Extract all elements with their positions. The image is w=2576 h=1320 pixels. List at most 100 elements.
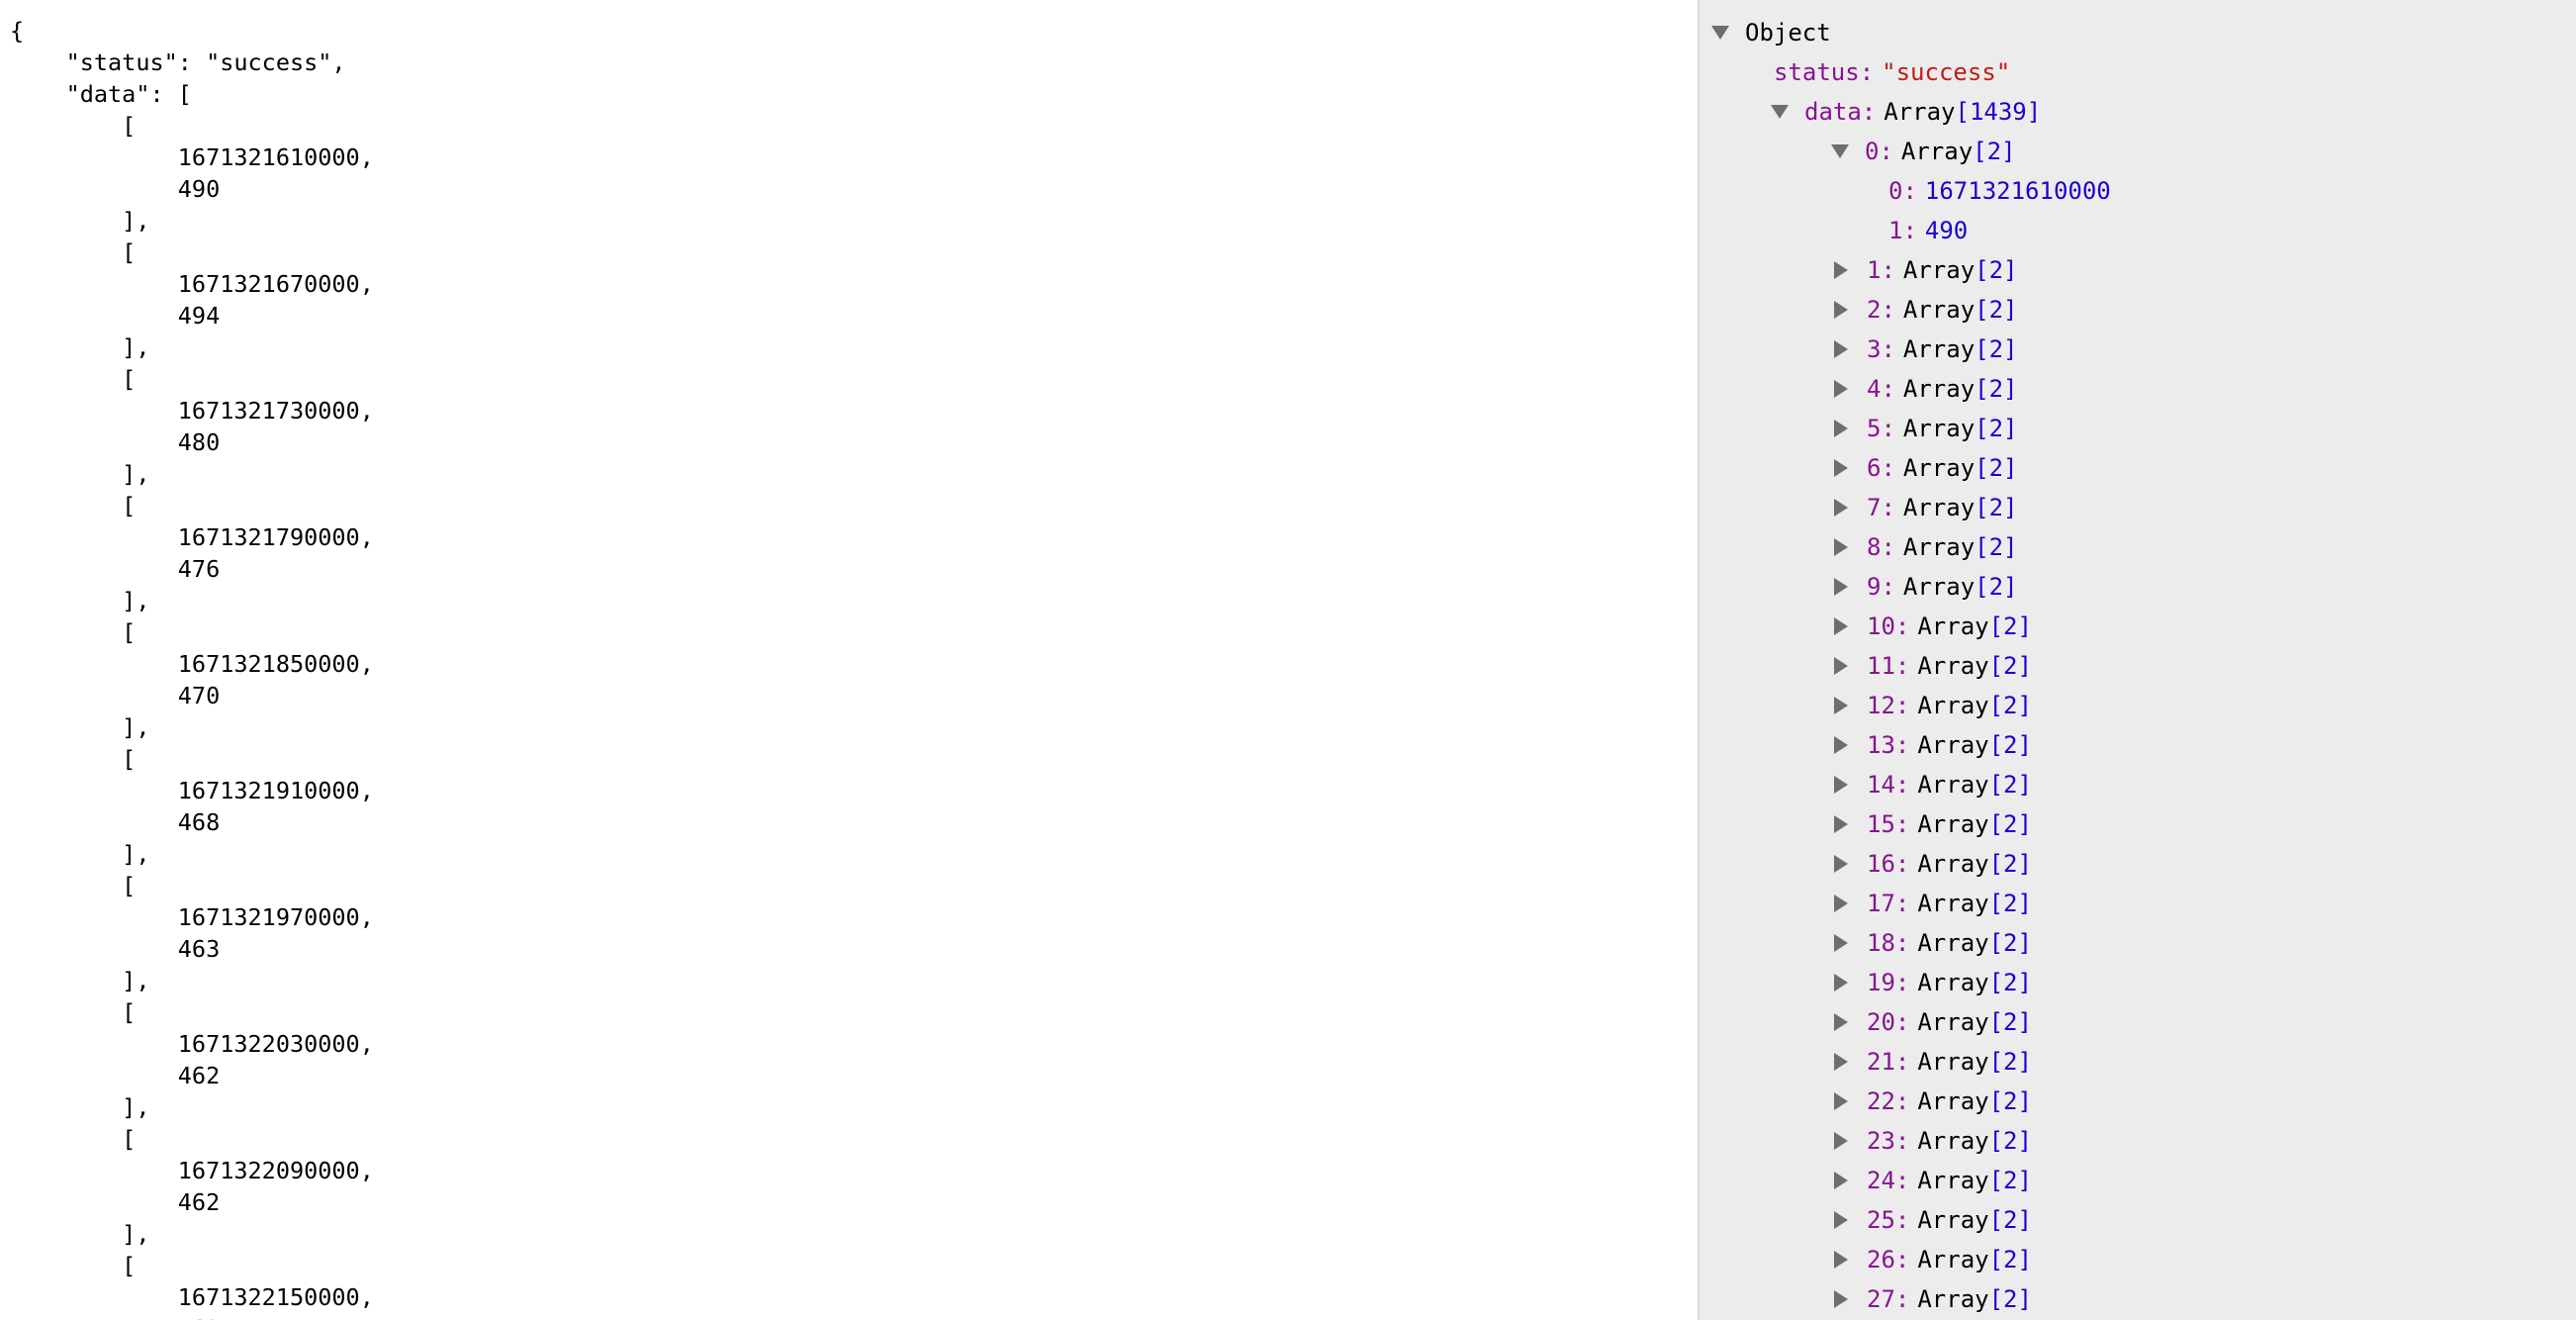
tree-type: Array xyxy=(1902,256,1976,284)
tree-array-item-row[interactable]: 22: Array [2] xyxy=(1831,1082,2032,1121)
tree-array-item-row[interactable]: 2: Array [2] xyxy=(1831,290,2018,330)
triangle-down-icon[interactable] xyxy=(1771,105,1789,119)
tree-leaf-row: 0: 1671321610000 xyxy=(1888,171,2111,211)
tree-string-value: "success" xyxy=(1882,58,2011,86)
tree-array-item-row[interactable]: 12: Array [2] xyxy=(1831,686,2032,725)
tree-array-item-row[interactable]: 6: Array [2] xyxy=(1831,448,2018,488)
tree-type: Array xyxy=(1902,573,1976,601)
tree-array-item-row[interactable]: 17: Array [2] xyxy=(1831,884,2032,923)
triangle-right-icon[interactable] xyxy=(1834,340,1848,358)
tree-array-item-row[interactable]: 4: Array [2] xyxy=(1831,369,2018,409)
tree-data-row[interactable]: data: Array [1439] xyxy=(1771,92,2041,132)
tree-count: [2] xyxy=(1988,810,2032,838)
triangle-right-icon[interactable] xyxy=(1834,380,1848,398)
triangle-right-icon[interactable] xyxy=(1834,1013,1848,1031)
tree-count: [2] xyxy=(1975,296,2018,324)
tree-array-item-row[interactable]: 11: Array [2] xyxy=(1831,646,2032,686)
tree-key: 1 xyxy=(1867,256,1882,284)
tree-array-item-row[interactable]: 15: Array [2] xyxy=(1831,804,2032,844)
triangle-right-icon[interactable] xyxy=(1834,657,1848,675)
triangle-right-icon[interactable] xyxy=(1834,578,1848,596)
triangle-right-icon[interactable] xyxy=(1834,499,1848,517)
tree-array-item-row[interactable]: 25: Array [2] xyxy=(1831,1200,2032,1240)
tree-array-item-row[interactable]: 21: Array [2] xyxy=(1831,1042,2032,1082)
tree-type: Array xyxy=(1917,731,1989,759)
tree-array-item-row[interactable]: 0: Array [2] xyxy=(1831,132,2016,171)
tree-key: 8 xyxy=(1867,533,1882,561)
triangle-right-icon[interactable] xyxy=(1834,1092,1848,1110)
tree-count: [2] xyxy=(1988,1206,2032,1234)
tree-array-item-row[interactable]: 8: Array [2] xyxy=(1831,527,2018,567)
triangle-right-icon[interactable] xyxy=(1834,895,1848,912)
tree-array-item-row[interactable]: 23: Array [2] xyxy=(1831,1121,2032,1161)
tree-array-item-row[interactable]: 26: Array [2] xyxy=(1831,1240,2032,1279)
triangle-down-icon[interactable] xyxy=(1711,26,1729,40)
tree-type: Array xyxy=(1900,138,1974,165)
tree-array-item-row[interactable]: 24: Array [2] xyxy=(1831,1161,2032,1200)
triangle-right-icon[interactable] xyxy=(1834,736,1848,754)
triangle-right-icon[interactable] xyxy=(1834,261,1848,279)
tree-key: 19 xyxy=(1867,969,1895,996)
tree-key: 21 xyxy=(1867,1048,1895,1076)
tree-key: 11 xyxy=(1867,652,1895,680)
tree-key: 7 xyxy=(1867,494,1882,521)
triangle-down-icon[interactable] xyxy=(1831,144,1849,158)
triangle-right-icon[interactable] xyxy=(1834,776,1848,794)
tree-key: 26 xyxy=(1867,1246,1895,1273)
tree-type: Array xyxy=(1902,415,1976,442)
tree-count: [2] xyxy=(1988,1167,2032,1194)
tree-array-item-row[interactable]: 27: Array [2] xyxy=(1831,1279,2032,1319)
tree-count: [2] xyxy=(1975,494,2018,521)
triangle-right-icon[interactable] xyxy=(1834,459,1848,477)
tree-type: Array xyxy=(1902,454,1976,482)
tree-type: Array xyxy=(1902,296,1976,324)
tree-count: [2] xyxy=(1988,1127,2032,1155)
tree-count: [2] xyxy=(1988,1008,2032,1036)
tree-type: Array xyxy=(1917,652,1989,680)
triangle-right-icon[interactable] xyxy=(1834,420,1848,437)
triangle-right-icon[interactable] xyxy=(1834,855,1848,873)
tree-leaf-row: 1: 490 xyxy=(1888,211,1968,250)
triangle-right-icon[interactable] xyxy=(1834,1290,1848,1308)
tree-array-item-row[interactable]: 16: Array [2] xyxy=(1831,844,2032,884)
tree-count: [2] xyxy=(1975,533,2018,561)
tree-type: Array xyxy=(1917,1246,1989,1273)
tree-array-item-row[interactable]: 10: Array [2] xyxy=(1831,607,2032,646)
triangle-right-icon[interactable] xyxy=(1834,1172,1848,1189)
triangle-right-icon[interactable] xyxy=(1834,1251,1848,1269)
tree-key: 25 xyxy=(1867,1206,1895,1234)
tree-key: 27 xyxy=(1867,1285,1895,1313)
triangle-right-icon[interactable] xyxy=(1834,1211,1848,1229)
tree-count: [2] xyxy=(1988,613,2032,640)
tree-array-item-row[interactable]: 1: Array [2] xyxy=(1831,250,2018,290)
tree-type: Array xyxy=(1902,375,1976,403)
tree-array-item-row[interactable]: 14: Array [2] xyxy=(1831,765,2032,804)
triangle-right-icon[interactable] xyxy=(1834,697,1848,714)
tree-count: [2] xyxy=(1988,1285,2032,1313)
tree-array-item-row[interactable]: 3: Array [2] xyxy=(1831,330,2018,369)
triangle-right-icon[interactable] xyxy=(1834,974,1848,991)
tree-array-item-row[interactable]: 7: Array [2] xyxy=(1831,488,2018,527)
triangle-right-icon[interactable] xyxy=(1834,815,1848,833)
tree-array-item-row[interactable]: 9: Array [2] xyxy=(1831,567,2018,607)
tree-array-item-row[interactable]: 19: Array [2] xyxy=(1831,963,2032,1002)
triangle-right-icon[interactable] xyxy=(1834,538,1848,556)
tree-count: [2] xyxy=(1988,771,2032,799)
tree-root-row[interactable]: Object xyxy=(1711,13,1831,52)
tree-count: [2] xyxy=(1975,415,2018,442)
tree-type: Array xyxy=(1917,1206,1989,1234)
tree-type: Array xyxy=(1917,929,1989,957)
json-tree-viewer: Object status: "success" data: Array [143… xyxy=(1700,0,2576,1320)
triangle-right-icon[interactable] xyxy=(1834,301,1848,319)
tree-array-item-row[interactable]: 5: Array [2] xyxy=(1831,409,2018,448)
tree-key: 5 xyxy=(1867,415,1882,442)
tree-count: [2] xyxy=(1988,652,2032,680)
tree-count: [2] xyxy=(1988,692,2032,719)
triangle-right-icon[interactable] xyxy=(1834,934,1848,952)
triangle-right-icon[interactable] xyxy=(1834,1053,1848,1071)
tree-array-item-row[interactable]: 20: Array [2] xyxy=(1831,1002,2032,1042)
tree-array-item-row[interactable]: 13: Array [2] xyxy=(1831,725,2032,765)
tree-array-item-row[interactable]: 18: Array [2] xyxy=(1831,923,2032,963)
triangle-right-icon[interactable] xyxy=(1834,617,1848,635)
triangle-right-icon[interactable] xyxy=(1834,1132,1848,1150)
